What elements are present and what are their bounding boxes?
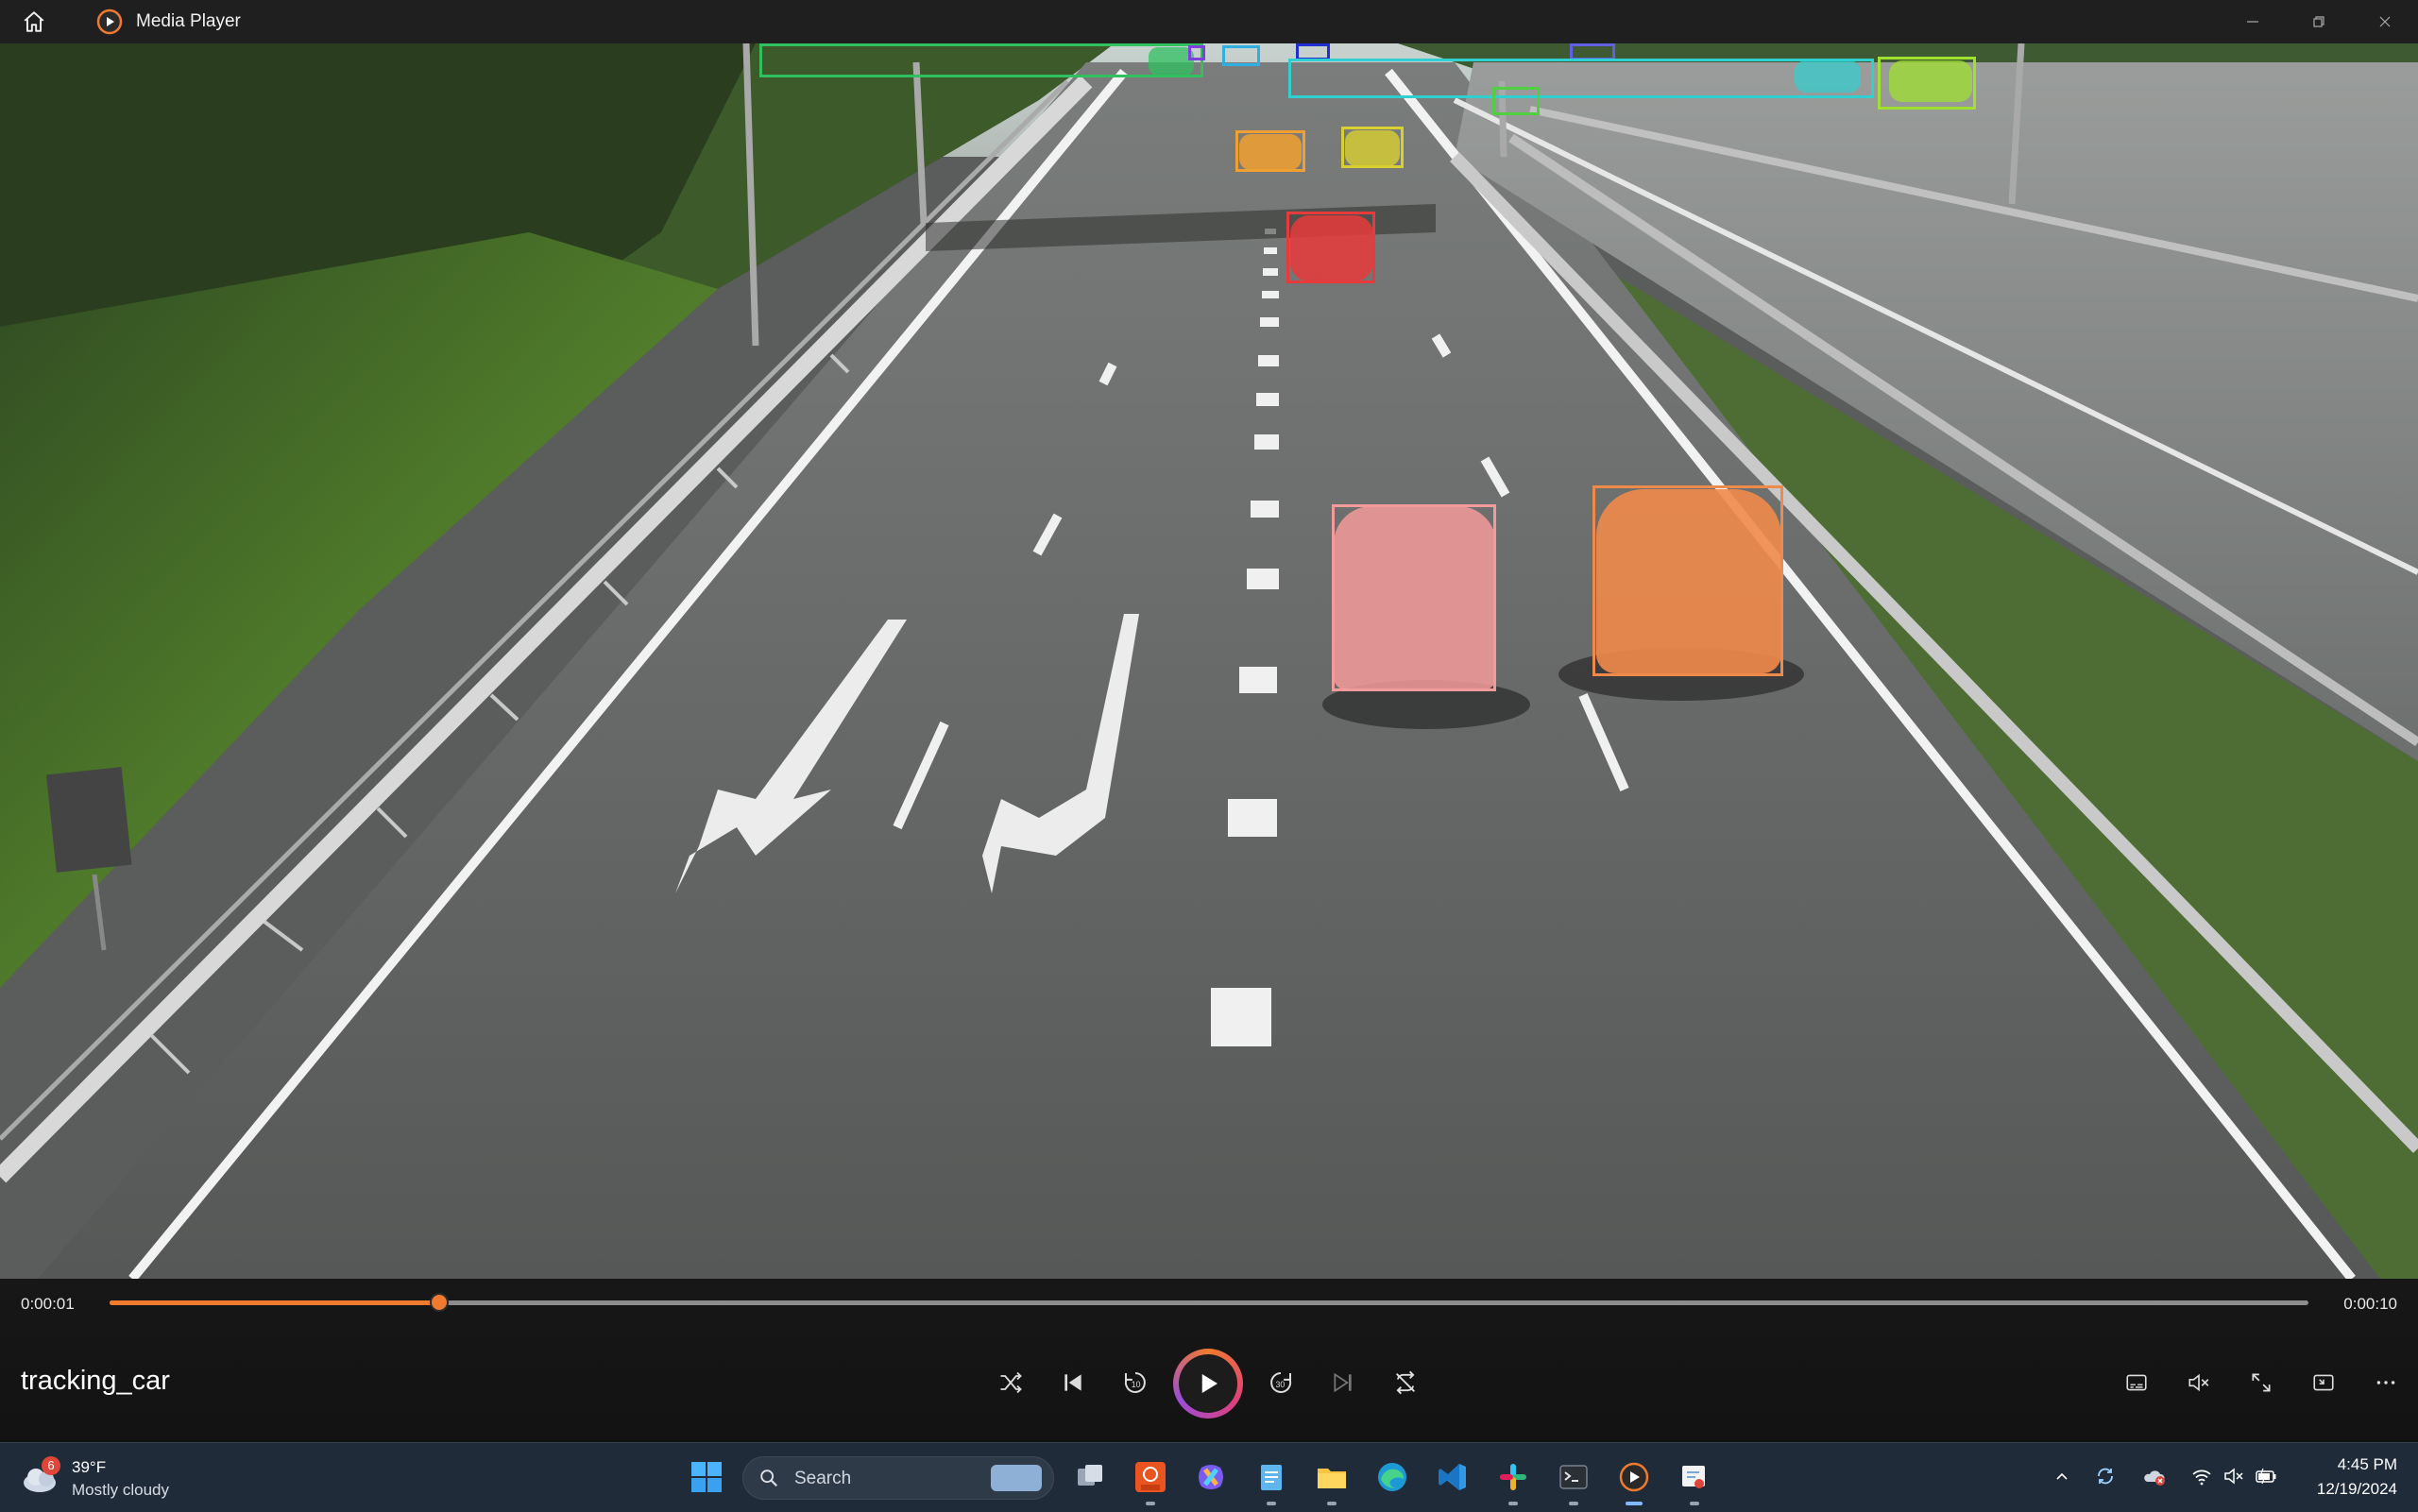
- bbox-car-orange: [1592, 485, 1783, 676]
- home-icon[interactable]: [17, 5, 51, 39]
- chevron-up-icon[interactable]: [2048, 1462, 2076, 1490]
- shuffle-button[interactable]: [986, 1358, 1035, 1407]
- captions-icon: [2126, 1374, 2147, 1391]
- maximize-button[interactable]: [2286, 0, 2352, 43]
- running-indicator: [1267, 1502, 1276, 1505]
- bbox-car-chartreuse: [1878, 57, 1976, 110]
- player-controls: 0:00:01 0:00:10 tracking_car 10 30: [0, 1279, 2418, 1442]
- weather-condition: Mostly cloudy: [72, 1481, 169, 1499]
- file-explorer-icon[interactable]: [1309, 1454, 1354, 1505]
- play-button[interactable]: [1173, 1349, 1243, 1419]
- bbox-car-pink: [1332, 504, 1496, 691]
- bbox-car-red: [1286, 212, 1375, 283]
- forward-30-icon: 30: [1270, 1372, 1292, 1393]
- media-title: tracking_car: [21, 1366, 170, 1396]
- more-icon: [2376, 1381, 2395, 1385]
- bbox-car-green-wide: [759, 43, 1203, 77]
- media-player-taskbar-icon[interactable]: [1611, 1454, 1657, 1505]
- bbox-car-yellow: [1341, 127, 1404, 168]
- volume-muted-tray-icon[interactable]: [2220, 1462, 2248, 1490]
- clock-time: 4:45 PM: [2337, 1455, 2397, 1473]
- wifi-icon[interactable]: [2188, 1462, 2216, 1490]
- task-view-icon[interactable]: [1067, 1454, 1113, 1500]
- skip-previous-icon: [1064, 1374, 1081, 1391]
- search-placeholder: Search: [794, 1469, 852, 1488]
- onedrive-icon[interactable]: [2140, 1462, 2169, 1490]
- sync-icon[interactable]: [2091, 1462, 2120, 1490]
- mini-player-button[interactable]: [2299, 1358, 2348, 1407]
- rewind-10-icon: 10: [1124, 1372, 1146, 1393]
- more-options-button[interactable]: [2361, 1358, 2410, 1407]
- mute-button[interactable]: [2174, 1358, 2223, 1407]
- media-player-app-icon: [96, 8, 123, 35]
- active-indicator: [1626, 1502, 1643, 1505]
- close-button[interactable]: [2352, 0, 2418, 43]
- weather-widget[interactable]: 6 39°F Mostly cloudy: [21, 1451, 229, 1505]
- svg-text:30: 30: [1276, 1380, 1286, 1389]
- vscode-icon[interactable]: [1430, 1454, 1475, 1500]
- shuffle-icon: [1000, 1371, 1022, 1394]
- fullscreen-button[interactable]: [2237, 1358, 2286, 1407]
- copilot-icon[interactable]: [1188, 1454, 1234, 1500]
- title-bar: Media Player: [0, 0, 2418, 43]
- volume-muted-icon: [2188, 1373, 2209, 1392]
- seek-progress: [110, 1300, 440, 1305]
- weather-badge: 6: [42, 1456, 60, 1475]
- terminal-icon[interactable]: [1551, 1454, 1596, 1505]
- minimize-button[interactable]: [2220, 0, 2286, 43]
- battery-icon[interactable]: [2252, 1462, 2280, 1490]
- edge-icon[interactable]: [1370, 1454, 1415, 1500]
- repeat-button[interactable]: [1381, 1358, 1430, 1407]
- snipping-tool-icon[interactable]: [1672, 1454, 1717, 1505]
- running-indicator: [1508, 1502, 1518, 1505]
- previous-button[interactable]: [1048, 1358, 1098, 1407]
- play-icon: [1201, 1374, 1218, 1393]
- ubuntu-icon[interactable]: [1128, 1454, 1173, 1505]
- bbox-car-purple: [1188, 45, 1205, 60]
- seek-thumb[interactable]: [430, 1293, 450, 1312]
- running-indicator: [1146, 1502, 1155, 1505]
- bbox-car-cyan-1: [1222, 45, 1260, 66]
- window-title: Media Player: [136, 11, 241, 31]
- seek-bar[interactable]: [110, 1293, 2308, 1312]
- skip-next-icon: [1334, 1372, 1352, 1393]
- mini-player-icon: [2313, 1374, 2334, 1391]
- slack-icon[interactable]: [1490, 1454, 1536, 1505]
- forward-30-button[interactable]: 30: [1256, 1358, 1305, 1407]
- current-time: 0:00:01: [21, 1295, 75, 1313]
- weather-temperature: 39°F: [72, 1458, 107, 1476]
- next-button[interactable]: [1319, 1358, 1368, 1407]
- taskbar-search[interactable]: Search: [742, 1456, 1054, 1500]
- running-indicator: [1569, 1502, 1578, 1505]
- repeat-off-icon: [1396, 1370, 1415, 1395]
- start-button[interactable]: [688, 1458, 725, 1496]
- rewind-10-button[interactable]: 10: [1111, 1358, 1160, 1407]
- fullscreen-icon: [2252, 1373, 2271, 1392]
- running-indicator: [1690, 1502, 1699, 1505]
- windows-icon: [691, 1462, 722, 1492]
- system-clock[interactable]: 4:45 PM 12/19/2024: [2317, 1453, 2397, 1502]
- search-icon: [760, 1470, 777, 1487]
- bbox-car-cyan-wide: [1288, 59, 1874, 98]
- bbox-car-lime: [1492, 87, 1540, 115]
- captions-button[interactable]: [2112, 1358, 2161, 1407]
- total-time: 0:00:10: [2343, 1295, 2397, 1313]
- search-highlight-image: [991, 1465, 1042, 1491]
- notepad-icon[interactable]: [1249, 1454, 1294, 1505]
- highway-scene: [0, 43, 2418, 1279]
- running-indicator: [1327, 1502, 1337, 1505]
- clock-date: 12/19/2024: [2316, 1480, 2397, 1498]
- taskbar: 6 39°F Mostly cloudy Search 4:45 PM 12/1…: [0, 1442, 2418, 1512]
- svg-text:10: 10: [1132, 1380, 1141, 1389]
- video-frame[interactable]: [0, 43, 2418, 1279]
- bbox-car-gold: [1235, 130, 1305, 172]
